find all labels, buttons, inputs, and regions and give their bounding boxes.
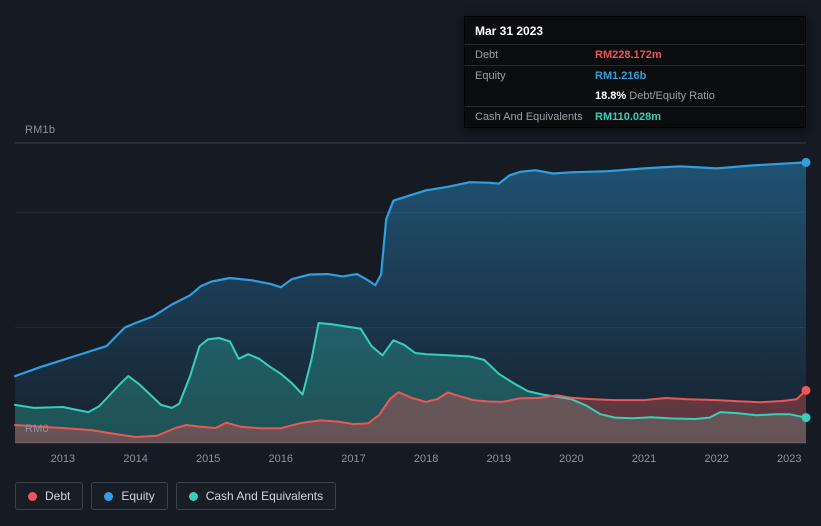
legend-debt-label: Debt [45, 489, 71, 503]
x-tick-2014: 2014 [123, 453, 147, 465]
equity-legend-dot [104, 491, 114, 501]
x-tick-2023: 2023 [777, 453, 801, 465]
tooltip-row-debt: Debt RM228.172m [465, 45, 805, 66]
legend-equity-label: Equity [121, 489, 155, 503]
ratio-percent: 18.8% [595, 90, 627, 102]
ratio-label: Debt/Equity Ratio [629, 90, 715, 102]
y-axis-label-bottom: RM0 [25, 423, 49, 435]
x-tick-2022: 2022 [704, 453, 728, 465]
debt-equity-history-panel: 2013 2014 2015 2016 2017 2018 2019 2020 2021 2022… [0, 0, 821, 526]
legend-item-equity[interactable]: Equity [91, 482, 168, 510]
x-tick-2016: 2016 [269, 453, 293, 465]
tooltip-date: Mar 31 2023 [465, 17, 805, 45]
x-tick-2015: 2015 [196, 453, 220, 465]
debt-end-marker [801, 385, 811, 395]
legend-item-cash[interactable]: Cash And Equivalents [175, 482, 337, 510]
y-axis-label-top: RM1b [25, 124, 56, 136]
x-tick-2018: 2018 [414, 453, 438, 465]
tooltip-cash-value: RM110.028m [595, 111, 662, 123]
tooltip-equity-label: Equity [475, 70, 506, 82]
tooltip-debt-label: Debt [475, 49, 499, 61]
x-tick-2019: 2019 [487, 453, 511, 465]
tooltip-debt-value: RM228.172m [595, 49, 662, 61]
tooltip-row-equity: Equity RM1.216b [465, 66, 805, 86]
tooltip-ratio-value: 18.8% Debt/Equity Ratio [595, 90, 715, 102]
cash-end-marker [801, 413, 811, 423]
x-tick-2013: 2013 [51, 453, 75, 465]
legend-cash-label: Cash And Equivalents [205, 489, 324, 503]
tooltip-row-ratio: 18.8% Debt/Equity Ratio [465, 86, 805, 107]
debt-legend-dot [28, 491, 37, 501]
equity-end-marker [801, 157, 811, 167]
tooltip-card: Mar 31 2023 Debt RM228.172m Equity RM1.2… [464, 16, 806, 128]
tooltip-row-cash: Cash And Equivalents RM110.028m [465, 107, 805, 127]
x-tick-2017: 2017 [341, 453, 365, 465]
cash-legend-dot [188, 491, 198, 501]
legend: Debt Equity Cash And Equivalents [15, 482, 337, 510]
tooltip-cash-label: Cash And Equivalents [475, 111, 583, 123]
legend-item-debt[interactable]: Debt [15, 482, 84, 510]
tooltip-equity-value: RM1.216b [595, 70, 647, 82]
x-tick-2020: 2020 [559, 453, 583, 465]
x-tick-2021: 2021 [632, 453, 656, 465]
